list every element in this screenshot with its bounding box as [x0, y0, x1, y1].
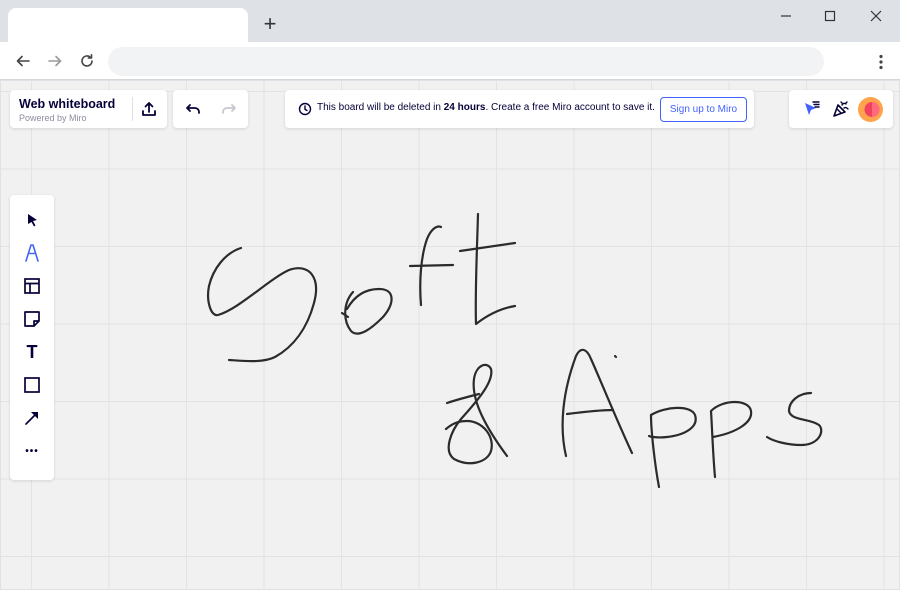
pen-icon: [25, 244, 39, 262]
new-tab-button[interactable]: +: [258, 12, 282, 36]
text-tool[interactable]: T: [20, 340, 44, 364]
text-icon: T: [26, 341, 38, 362]
divider: [132, 97, 133, 121]
select-tool[interactable]: [20, 208, 44, 232]
undo-button[interactable]: [181, 97, 205, 121]
undo-icon: [186, 104, 200, 114]
avatar-image: [858, 97, 883, 122]
shape-icon: [24, 377, 40, 393]
upload-icon: [142, 102, 156, 116]
browser-tab[interactable]: [8, 8, 248, 42]
redo-button[interactable]: [217, 97, 241, 121]
cursor-icon: [805, 101, 820, 115]
board-title-panel: Web whiteboard Powered by Miro: [10, 90, 167, 128]
party-popper-icon: [833, 101, 849, 117]
shape-tool[interactable]: [20, 373, 44, 397]
line-tool[interactable]: [20, 406, 44, 430]
freehand-drawing[interactable]: [1, 81, 899, 589]
more-icon: •••: [25, 445, 39, 457]
avatar[interactable]: [858, 97, 883, 122]
browser-titlebar: +: [0, 0, 900, 42]
sign-up-button[interactable]: Sign up to Miro: [660, 97, 747, 122]
export-button[interactable]: [137, 97, 161, 121]
address-bar[interactable]: [108, 47, 824, 76]
select-cursor-icon: [28, 214, 37, 227]
browser-menu-icon[interactable]: [876, 51, 886, 73]
board-title[interactable]: Web whiteboard: [19, 97, 115, 111]
line-arrow-icon: [25, 412, 38, 425]
clock-icon: [298, 102, 312, 116]
reload-icon[interactable]: [76, 50, 98, 72]
history-panel: [173, 90, 248, 128]
pen-tool[interactable]: [20, 241, 44, 265]
expiry-banner: This board will be deleted in 24 hours. …: [285, 90, 754, 128]
back-arrow-icon[interactable]: [12, 50, 34, 72]
templates-icon: [24, 278, 40, 294]
browser-toolbar: [0, 42, 900, 80]
minimize-icon[interactable]: [771, 4, 801, 28]
tools-panel: T •••: [10, 195, 54, 480]
redo-icon: [222, 104, 236, 114]
forward-arrow-icon[interactable]: [44, 50, 66, 72]
close-icon[interactable]: [861, 4, 891, 28]
sticky-note-icon: [24, 311, 40, 327]
maximize-icon[interactable]: [815, 4, 845, 28]
sticky-note-tool[interactable]: [20, 307, 44, 331]
templates-tool[interactable]: [20, 274, 44, 298]
celebrate-button[interactable]: [829, 97, 853, 121]
whiteboard-canvas[interactable]: Web whiteboard Powered by Miro This boar…: [1, 81, 899, 589]
expiry-message: This board will be deleted in 24 hours. …: [317, 102, 655, 113]
cursor-filter-button[interactable]: [799, 97, 823, 121]
collaboration-panel: [789, 90, 893, 128]
more-tools-button[interactable]: •••: [20, 439, 44, 463]
powered-by-label: Powered by Miro: [19, 113, 87, 123]
